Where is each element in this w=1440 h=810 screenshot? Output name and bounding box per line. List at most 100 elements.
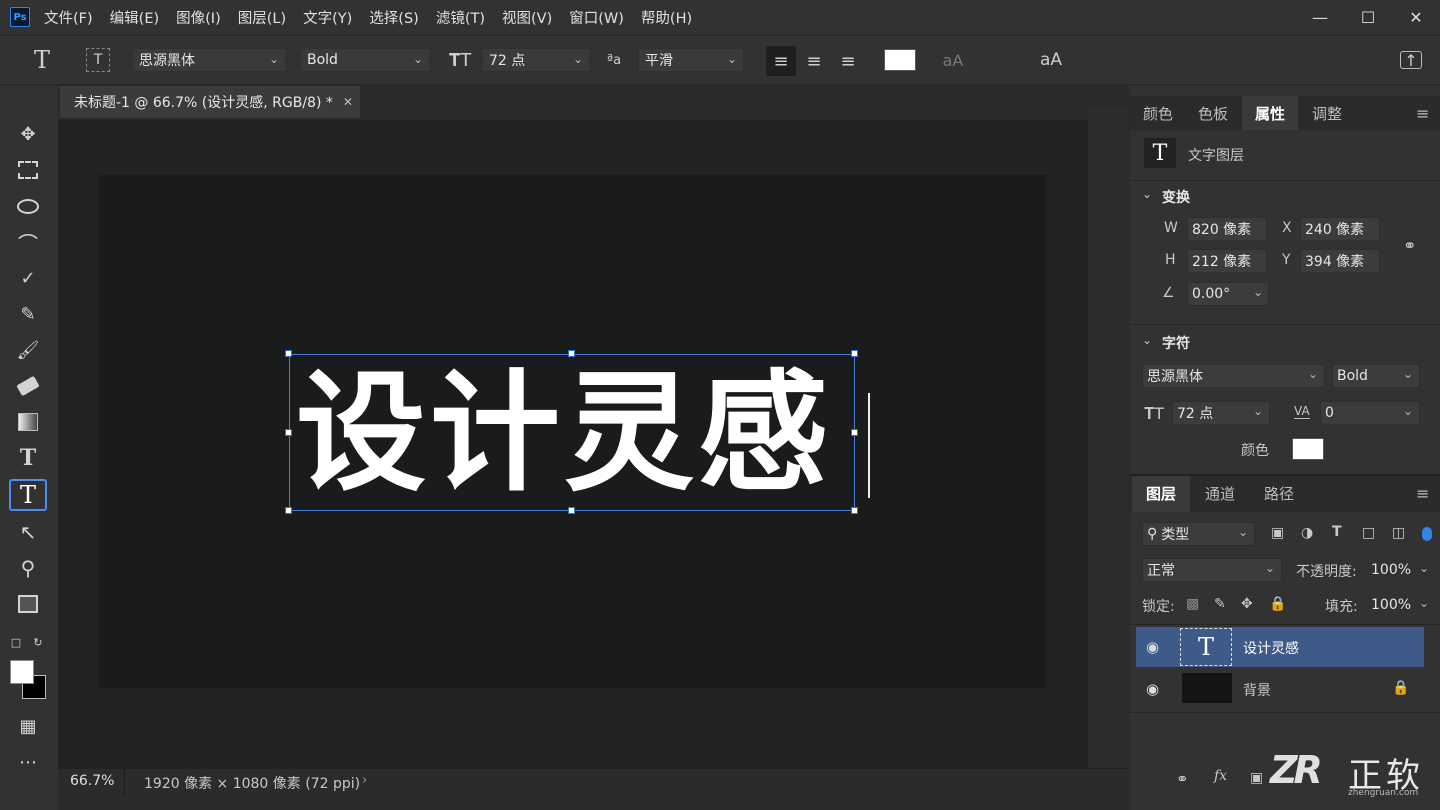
opacity-field[interactable]: 100% ⌄ xyxy=(1366,558,1432,582)
visibility-eye-icon[interactable]: ◉ xyxy=(1146,638,1159,656)
link-icon[interactable]: ⚭ xyxy=(1403,236,1416,255)
transform-handle[interactable] xyxy=(568,507,575,514)
tab-properties[interactable]: 属性 xyxy=(1255,96,1285,130)
share-icon[interactable]: ↑ xyxy=(1400,51,1422,70)
panel-menu-icon[interactable]: ≡ xyxy=(1416,476,1429,510)
pixel-filter-icon[interactable]: ▣ xyxy=(1271,525,1284,541)
lock-transparent-icon[interactable]: ▩ xyxy=(1186,596,1199,612)
type-filter-icon[interactable]: T xyxy=(1332,524,1342,540)
maximize-icon[interactable]: ☐ xyxy=(1344,0,1392,34)
x-field[interactable]: 240 像素 xyxy=(1300,217,1380,241)
move-tool-icon[interactable]: ✥ xyxy=(9,118,47,150)
canvas-text[interactable]: 设计灵感 xyxy=(296,358,856,508)
transform-handle[interactable] xyxy=(285,429,292,436)
character-style-select[interactable]: Bold ⌄ xyxy=(1332,364,1420,388)
eyedropper-tool-icon[interactable]: ✓ xyxy=(9,262,47,294)
brush-tool-icon[interactable]: 🖌 xyxy=(9,334,47,366)
document-tab[interactable]: 未标题-1 @ 66.7% (设计灵感, RGB/8) * ✕ xyxy=(60,86,360,118)
fill-field[interactable]: 100% ⌄ xyxy=(1366,593,1432,617)
tracking-select[interactable]: 0 ⌄ xyxy=(1320,401,1420,425)
tab-swatches[interactable]: 色板 xyxy=(1198,96,1228,130)
minimize-icon[interactable]: — xyxy=(1296,0,1344,34)
layer-name-text[interactable]: 设计灵感 xyxy=(1243,638,1299,658)
chevron-down-icon[interactable]: ⌄ xyxy=(1142,187,1152,201)
menu-filter[interactable]: 滤镜(T) xyxy=(436,7,485,28)
tab-color[interactable]: 颜色 xyxy=(1143,96,1173,130)
smart-object-filter-icon[interactable]: ◫ xyxy=(1392,525,1405,541)
crop-tool-icon[interactable]: ⌒ xyxy=(9,226,47,258)
horizontal-type-tool-icon[interactable]: T xyxy=(9,479,47,511)
more-tools-icon[interactable]: ⋯ xyxy=(9,746,47,778)
menu-edit[interactable]: 编辑(E) xyxy=(110,7,159,28)
character-color-swatch[interactable] xyxy=(1292,438,1324,460)
foreground-color-swatch[interactable] xyxy=(10,660,34,684)
warp-text-icon[interactable]: aA xyxy=(938,48,968,72)
close-icon[interactable]: ✕ xyxy=(1392,0,1440,34)
height-field[interactable]: 212 像素 xyxy=(1187,249,1267,273)
add-mask-icon[interactable]: ▣ xyxy=(1250,770,1263,786)
quick-mask-icon[interactable]: ▦ xyxy=(9,710,47,742)
filter-toggle-icon[interactable] xyxy=(1422,527,1432,541)
healing-brush-icon[interactable]: ✎ xyxy=(9,298,47,330)
transform-handle[interactable] xyxy=(568,350,575,357)
swap-colors-icon[interactable]: ↻ xyxy=(30,634,46,650)
menu-layer[interactable]: 图层(L) xyxy=(238,7,286,28)
antialias-select[interactable]: 平滑 ⌄ xyxy=(638,48,744,72)
transform-handle[interactable] xyxy=(851,350,858,357)
character-size-select[interactable]: 72 点 ⌄ xyxy=(1172,401,1270,425)
align-left-icon[interactable]: ≡ xyxy=(766,46,796,76)
font-size-select[interactable]: 72 点 ⌄ xyxy=(482,48,590,72)
zoom-tool-icon[interactable]: ⚲ xyxy=(9,552,47,584)
shape-filter-icon[interactable]: □ xyxy=(1362,525,1375,541)
menu-view[interactable]: 视图(V) xyxy=(502,7,552,28)
character-font-select[interactable]: 思源黑体 ⌄ xyxy=(1142,364,1325,388)
link-layers-icon[interactable]: ⚭ xyxy=(1176,770,1189,788)
status-menu-arrow-icon[interactable]: › xyxy=(362,773,367,788)
adjustment-filter-icon[interactable]: ◑ xyxy=(1301,525,1313,541)
tab-layers[interactable]: 图层 xyxy=(1146,476,1176,510)
fx-icon[interactable]: fx xyxy=(1214,768,1227,784)
lasso-tool-icon[interactable] xyxy=(9,190,47,222)
layer-filter-select[interactable]: ⚲ 类型 ⌄ xyxy=(1142,522,1255,546)
align-right-icon[interactable]: ≡ xyxy=(834,46,862,76)
path-selection-tool-icon[interactable]: ↖ xyxy=(9,516,47,548)
menu-type[interactable]: 文字(Y) xyxy=(303,7,352,28)
angle-field[interactable]: 0.00° ⌄ xyxy=(1187,282,1269,306)
layer-name-background[interactable]: 背景 xyxy=(1243,680,1271,700)
tab-adjustments[interactable]: 调整 xyxy=(1312,96,1342,130)
transform-handle[interactable] xyxy=(285,350,292,357)
menu-window[interactable]: 窗口(W) xyxy=(569,7,624,28)
vertical-scrollbar[interactable] xyxy=(1088,108,1128,768)
default-colors-icon[interactable]: □ xyxy=(8,634,24,650)
lock-position-icon[interactable]: ✥ xyxy=(1241,596,1253,612)
transform-handle[interactable] xyxy=(851,429,858,436)
menu-file[interactable]: 文件(F) xyxy=(44,7,93,28)
close-tab-icon[interactable]: ✕ xyxy=(343,95,353,109)
width-field[interactable]: 820 像素 xyxy=(1187,217,1267,241)
visibility-eye-icon[interactable]: ◉ xyxy=(1146,680,1159,698)
align-center-icon[interactable]: ≡ xyxy=(800,46,828,76)
type-tool-icon[interactable]: T xyxy=(9,442,47,474)
panel-menu-icon[interactable]: ≡ xyxy=(1416,96,1429,130)
orientation-toggle-icon[interactable]: T xyxy=(86,48,110,72)
chevron-down-icon[interactable]: ⌄ xyxy=(1142,333,1152,347)
menu-image[interactable]: 图像(I) xyxy=(176,7,221,28)
font-family-select[interactable]: 思源黑体 ⌄ xyxy=(132,48,286,72)
lock-image-icon[interactable]: ✎ xyxy=(1214,596,1226,612)
gradient-tool-icon[interactable] xyxy=(9,406,47,438)
transform-handle[interactable] xyxy=(285,507,292,514)
transform-handle[interactable] xyxy=(851,507,858,514)
frame-tool-icon[interactable] xyxy=(9,588,47,620)
menu-help[interactable]: 帮助(H) xyxy=(641,7,692,28)
tab-paths[interactable]: 路径 xyxy=(1264,476,1294,510)
tab-channels[interactable]: 通道 xyxy=(1205,476,1235,510)
text-color-swatch[interactable] xyxy=(884,49,916,71)
character-panel-icon[interactable]: aA xyxy=(1036,48,1066,72)
lock-all-icon[interactable]: 🔒 xyxy=(1269,596,1286,612)
type-tool-preset-icon[interactable]: T xyxy=(28,46,56,74)
marquee-tool-icon[interactable] xyxy=(9,154,47,186)
eraser-tool-icon[interactable] xyxy=(9,370,47,402)
menu-select[interactable]: 选择(S) xyxy=(369,7,419,28)
font-style-select[interactable]: Bold ⌄ xyxy=(300,48,430,72)
y-field[interactable]: 394 像素 xyxy=(1300,249,1380,273)
